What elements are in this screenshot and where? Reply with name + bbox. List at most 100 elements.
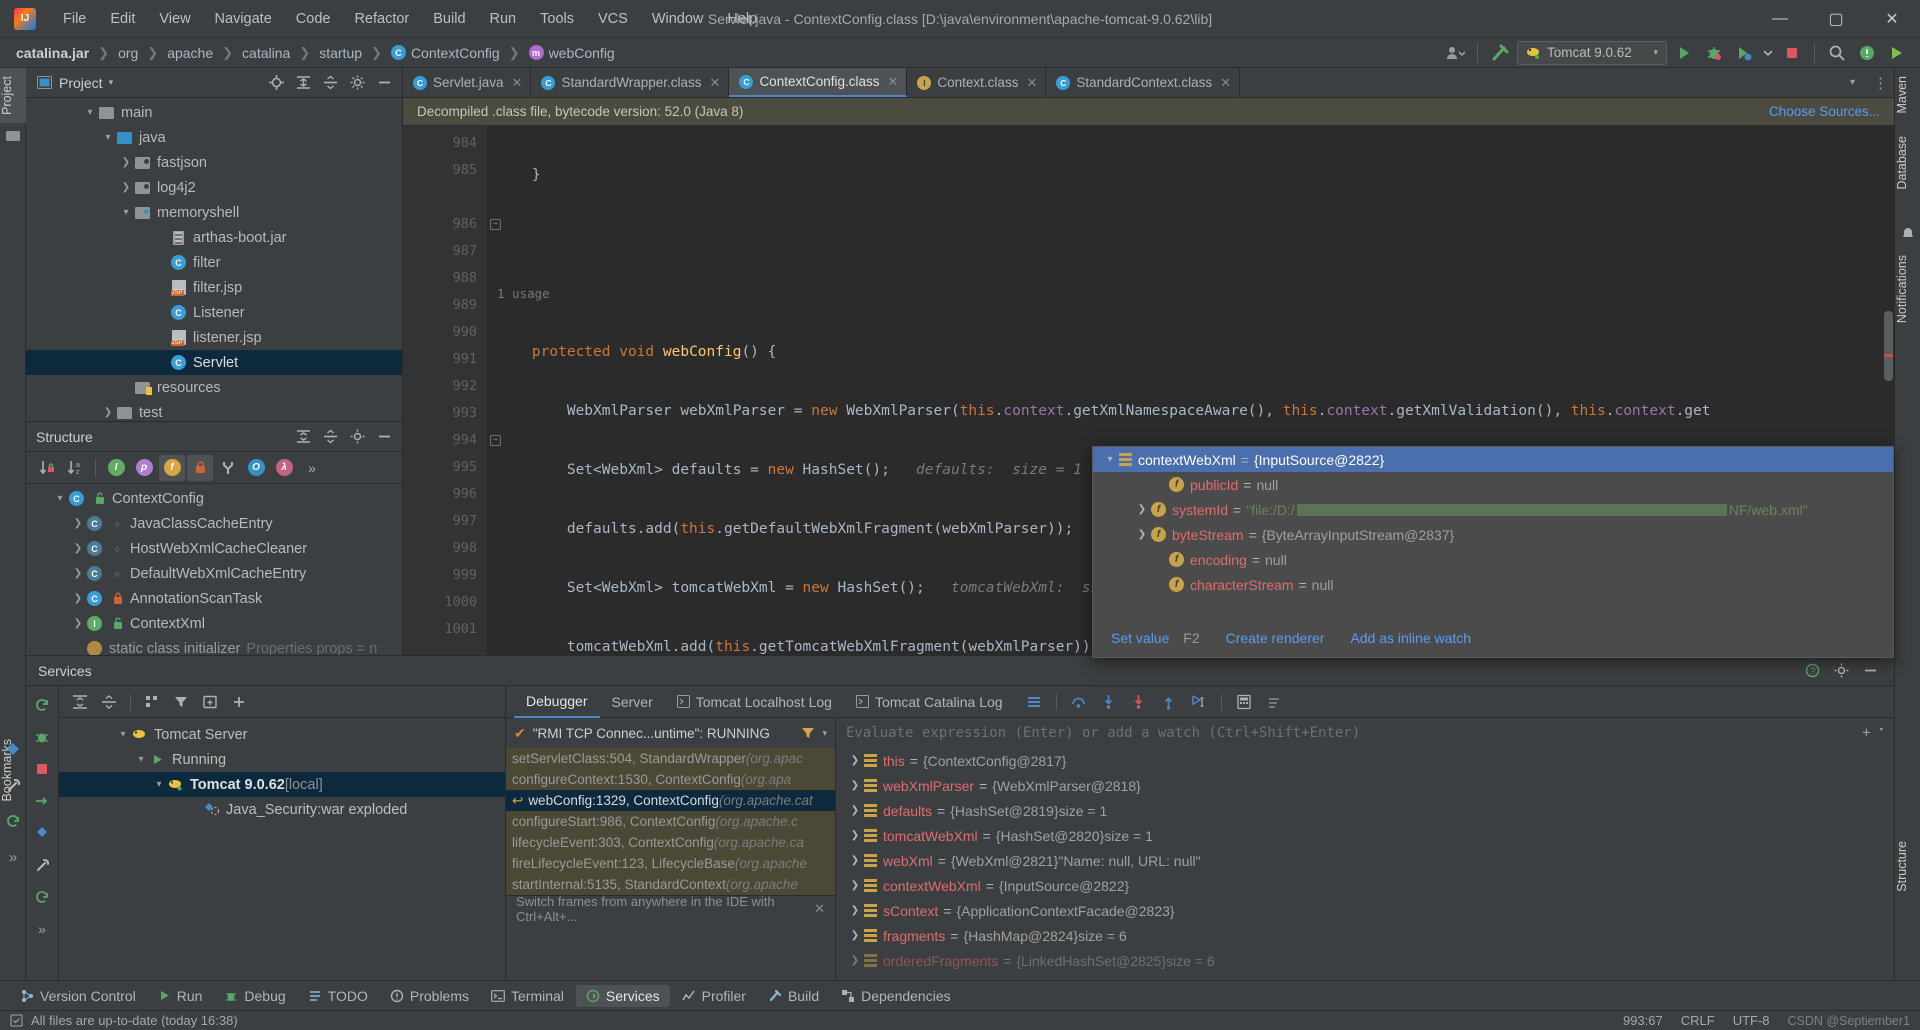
chevron-right-icon[interactable]: ❯: [70, 541, 86, 557]
bottom-item-problems[interactable]: Problems: [380, 985, 479, 1007]
show-properties-icon[interactable]: p: [131, 455, 157, 481]
variable-row-webxmlparser[interactable]: ❯ webXmlParser = {WebXmlParser@2818}: [836, 773, 1894, 798]
menu-vcs[interactable]: VCS: [587, 7, 639, 31]
menu-help[interactable]: Help: [716, 7, 768, 31]
close-icon[interactable]: ✕: [888, 74, 899, 90]
force-step-into-icon[interactable]: [1126, 689, 1152, 715]
breadcrumb-webconfig[interactable]: m webConfig: [527, 45, 617, 61]
structure-item-contextxml[interactable]: ❯ I ContextXml: [26, 611, 402, 636]
expand-all-icon[interactable]: [291, 71, 315, 95]
debugger-tabs[interactable]: Debugger Server Tomcat Localhost Log Tom…: [506, 686, 1894, 718]
menu-window[interactable]: Window: [641, 7, 715, 31]
rail-project-button[interactable]: Project: [0, 68, 26, 123]
tab-debugger[interactable]: Debugger: [514, 686, 600, 718]
chevron-down-icon[interactable]: ▾: [151, 777, 167, 793]
variable-row-defaults[interactable]: ❯ defaults = {HashSet@2819} size = 1: [836, 798, 1894, 823]
chevron-right-icon[interactable]: ❯: [846, 855, 864, 866]
breadcrumb-catalina[interactable]: catalina: [240, 45, 292, 61]
main-menu[interactable]: File Edit View Navigate Code Refactor Bu…: [52, 7, 768, 31]
structure-item-javaclasscacheentry[interactable]: ❯ C ○ JavaClassCacheEntry: [26, 511, 402, 536]
chevron-right-icon[interactable]: ❯: [1133, 504, 1151, 515]
bottom-item-build[interactable]: Build: [758, 985, 829, 1007]
set-value-link[interactable]: Set value: [1111, 630, 1169, 646]
tab-standardwrapper-class[interactable]: C StandardWrapper.class ✕: [531, 68, 730, 97]
chevron-down-icon[interactable]: ▾: [100, 130, 116, 146]
hammer-icon[interactable]: [1487, 41, 1513, 65]
minimize-button[interactable]: —: [1752, 0, 1808, 38]
bookmark-diamond-icon[interactable]: [0, 736, 26, 762]
show-non-public-icon[interactable]: [187, 454, 213, 481]
popup-row-systemid[interactable]: ❯ f systemId = "file:/D:/ NF/web.xml": [1093, 497, 1893, 522]
close-button[interactable]: ✕: [1864, 0, 1920, 38]
structure-item-defaultwebxmlcacheentry[interactable]: ❯ C ○ DefaultWebXmlCacheEntry: [26, 561, 402, 586]
chevron-right-icon[interactable]: ❯: [846, 905, 864, 916]
tree-item-listener-jsp[interactable]: ❯ listener.jsp: [26, 325, 402, 350]
run-to-cursor-icon[interactable]: [1186, 689, 1212, 715]
run-configuration-selector[interactable]: Tomcat 9.0.62 ▾: [1517, 40, 1667, 65]
chevron-right-icon[interactable]: ❯: [846, 880, 864, 891]
tree-item-memoryshell[interactable]: ▾ memoryshell: [26, 200, 402, 225]
tree-item-main[interactable]: ▾ main: [26, 100, 402, 125]
variable-row-fragments[interactable]: ❯ fragments = {HashMap@2824} size = 6: [836, 923, 1894, 948]
menu-run[interactable]: Run: [479, 7, 528, 31]
chevron-down-icon[interactable]: [1761, 41, 1775, 65]
stop-icon[interactable]: [29, 756, 55, 782]
chevron-down-icon[interactable]: ▾: [133, 752, 149, 768]
variable-inspect-popup[interactable]: ▾ contextWebXml = {InputSource@2822} ❯ f…: [1092, 446, 1894, 658]
group-icon[interactable]: [139, 689, 165, 715]
expand-all-icon[interactable]: [67, 689, 93, 715]
popup-row-characterstream[interactable]: ❯ f characterStream = null: [1093, 572, 1893, 597]
tree-item-filter-jsp[interactable]: ❯ filter.jsp: [26, 275, 402, 300]
chevron-right-icon[interactable]: ❯: [118, 180, 134, 196]
chevron-right-icon[interactable]: ❯: [70, 516, 86, 532]
rerun-icon[interactable]: [29, 692, 55, 718]
add-inline-watch-link[interactable]: Add as inline watch: [1350, 630, 1471, 646]
service-node-tomcat-9062[interactable]: ▾ Tomcat 9.0.62 [local]: [59, 772, 505, 797]
frame-row[interactable]: startInternal:5135, StandardContext (org…: [506, 874, 835, 895]
variable-row-webxml[interactable]: ❯ webXml = {WebXml@2821} "Name: null, UR…: [836, 848, 1894, 873]
chevron-right-icon[interactable]: ❯: [100, 405, 116, 421]
scrollbar-thumb[interactable]: [1884, 311, 1893, 381]
group-methods-icon[interactable]: [215, 455, 241, 481]
help-icon[interactable]: ?: [1800, 659, 1824, 683]
tab-tomcat-catalina-log[interactable]: Tomcat Catalina Log: [844, 686, 1015, 718]
add-icon[interactable]: [226, 689, 252, 715]
updates-icon[interactable]: [1854, 41, 1880, 65]
hide-icon[interactable]: [1858, 659, 1882, 683]
frame-row-current[interactable]: ↩ webConfig:1329, ContextConfig (org.apa…: [506, 790, 835, 811]
bottom-item-dependencies[interactable]: Dependencies: [831, 985, 961, 1007]
notification-bell-icon[interactable]: [1895, 221, 1920, 247]
run-coverage-icon[interactable]: [1731, 41, 1757, 65]
sort-by-visibility-icon[interactable]: [34, 455, 60, 481]
show-fields-icon[interactable]: f: [159, 454, 185, 481]
menu-build[interactable]: Build: [422, 7, 476, 31]
filter-icon[interactable]: [801, 726, 815, 740]
add-tab-icon[interactable]: [197, 689, 223, 715]
service-node-tomcat-server[interactable]: ▾ Tomcat Server: [59, 722, 505, 747]
popup-row-publicid[interactable]: ❯ f publicId = null: [1093, 472, 1893, 497]
close-icon[interactable]: ✕: [710, 75, 721, 91]
close-icon[interactable]: ✕: [1026, 75, 1037, 91]
chevron-down-icon[interactable]: ▾: [109, 77, 114, 88]
variables-list[interactable]: ❯ this = {ContextConfig@2817} ❯ webXmlPa…: [836, 748, 1894, 973]
variable-row-tomcatwebxml[interactable]: ❯ tomcatWebXml = {HashSet@2820} size = 1: [836, 823, 1894, 848]
menu-navigate[interactable]: Navigate: [204, 7, 283, 31]
editor-tabs[interactable]: C Servlet.java ✕ C StandardWrapper.class…: [403, 68, 1894, 98]
structure-item-annotationscantask[interactable]: ❯ C AnnotationScanTask: [26, 586, 402, 611]
more-ic[interactable]: »: [29, 916, 55, 942]
debug-icon[interactable]: [29, 724, 55, 750]
error-stripe-mark[interactable]: [1884, 354, 1893, 357]
sort-alphabetically-icon[interactable]: az: [62, 455, 88, 481]
tab-server[interactable]: Server: [600, 686, 665, 718]
tab-servlet-java[interactable]: C Servlet.java ✕: [403, 68, 532, 97]
menu-refactor[interactable]: Refactor: [343, 7, 420, 31]
bottom-item-todo[interactable]: TODO: [298, 985, 378, 1007]
thread-selector[interactable]: ✔ "RMI TCP Connec...untime": RUNNING ▾: [506, 718, 835, 748]
resume-icon[interactable]: [29, 788, 55, 814]
variable-row-scontext[interactable]: ❯ sContext = {ApplicationContextFacade@2…: [836, 898, 1894, 923]
service-node-artifact[interactable]: ❯ Java_Security:war exploded: [59, 797, 505, 822]
more-icon[interactable]: »: [0, 844, 26, 870]
hide-icon[interactable]: [372, 71, 396, 95]
account-icon[interactable]: [1442, 41, 1468, 65]
tree-item-test[interactable]: ❯ test: [26, 400, 402, 421]
